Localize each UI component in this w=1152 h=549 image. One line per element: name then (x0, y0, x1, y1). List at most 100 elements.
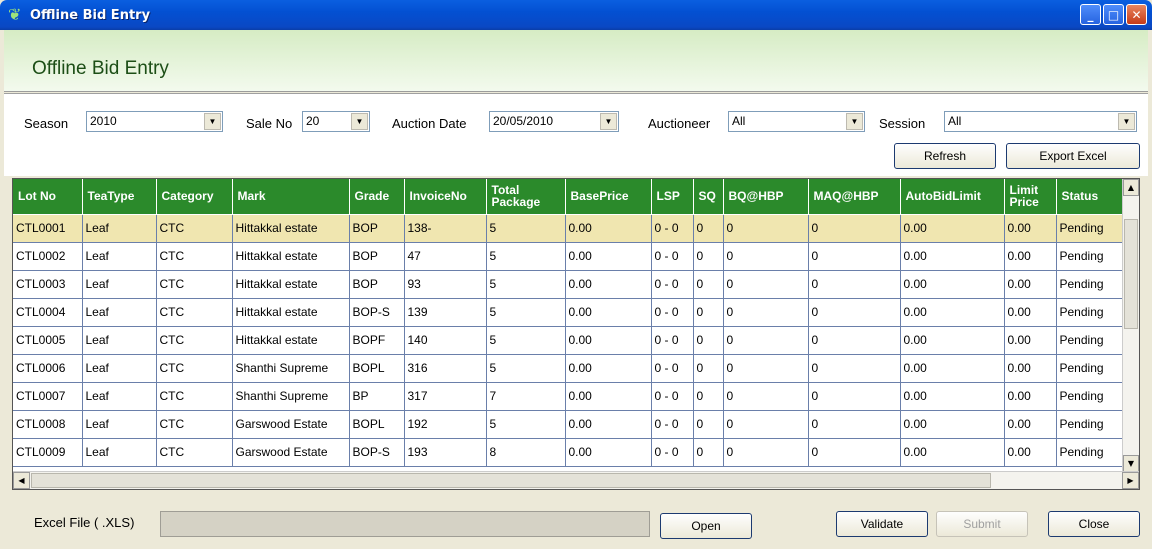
table-cell[interactable]: 0 - 0 (651, 298, 694, 327)
table-row[interactable]: CTL0008 Leaf CTC Garswood Estate BOPL 192 5 0.0… (13, 410, 1127, 439)
table-cell[interactable]: 0 - 0 (651, 410, 694, 439)
table-cell[interactable]: 0 (808, 354, 901, 383)
table-cell[interactable]: 0 (693, 326, 724, 355)
table-row[interactable]: CTL0001 Leaf CTC Hittakkal estate BOP 138- 5 0.… (13, 214, 1127, 243)
table-cell[interactable]: CTL0006 (13, 354, 83, 383)
table-cell[interactable]: 0.00 (900, 438, 1005, 467)
table-cell[interactable]: 0.00 (900, 382, 1005, 411)
table-cell[interactable]: BOPF (349, 326, 405, 355)
table-row[interactable]: CTL0009 Leaf CTC Garswood Estate BOP-S 193 8 0.… (13, 438, 1127, 467)
col-limit-price[interactable]: Limit Price (1004, 179, 1057, 215)
chevron-down-icon[interactable]: ▼ (846, 113, 863, 130)
table-cell[interactable]: Pending (1056, 214, 1127, 243)
table-cell[interactable]: 0 (723, 298, 809, 327)
table-cell[interactable]: 0 (808, 410, 901, 439)
table-cell[interactable]: 0 (693, 354, 724, 383)
table-cell[interactable]: 0 - 0 (651, 326, 694, 355)
table-cell[interactable]: Hittakkal estate (232, 326, 350, 355)
table-cell[interactable]: 0 (808, 298, 901, 327)
table-cell[interactable]: Pending (1056, 354, 1127, 383)
table-cell[interactable]: 0.00 (565, 382, 652, 411)
close-icon[interactable]: ✕ (1126, 4, 1147, 25)
table-cell[interactable]: Leaf (82, 382, 157, 411)
table-cell[interactable]: 0.00 (1004, 438, 1057, 467)
table-cell[interactable]: 0 - 0 (651, 270, 694, 299)
col-invoice-no[interactable]: InvoiceNo (404, 179, 487, 215)
table-cell[interactable]: 5 (486, 242, 566, 271)
table-cell[interactable]: CTC (156, 382, 233, 411)
col-tea-type[interactable]: TeaType (82, 179, 157, 215)
table-cell[interactable]: 0.00 (565, 270, 652, 299)
validate-button[interactable]: Validate (836, 511, 928, 537)
table-cell[interactable]: 0 (693, 382, 724, 411)
table-cell[interactable]: Pending (1056, 242, 1127, 271)
scroll-left-icon[interactable]: ◀ (13, 472, 30, 489)
horizontal-scrollbar[interactable]: ◀ ▶ (13, 471, 1139, 489)
table-cell[interactable]: CTL0003 (13, 270, 83, 299)
table-cell[interactable]: CTL0009 (13, 438, 83, 467)
col-base-price[interactable]: BasePrice (565, 179, 652, 215)
col-maq-hbp[interactable]: MAQ@HBP (808, 179, 901, 215)
table-cell[interactable]: CTL0002 (13, 242, 83, 271)
table-cell[interactable]: Leaf (82, 326, 157, 355)
table-cell[interactable]: 0.00 (900, 214, 1005, 243)
table-cell[interactable]: 0 (723, 354, 809, 383)
table-cell[interactable]: CTC (156, 298, 233, 327)
table-cell[interactable]: 0 (808, 270, 901, 299)
table-cell[interactable]: BOPL (349, 410, 405, 439)
table-cell[interactable]: 0.00 (565, 242, 652, 271)
table-cell[interactable]: 0 (723, 326, 809, 355)
col-lot-no[interactable]: Lot No (13, 179, 83, 215)
table-cell[interactable]: 0 - 0 (651, 438, 694, 467)
table-row[interactable]: CTL0005 Leaf CTC Hittakkal estate BOPF 140 5 0.… (13, 326, 1127, 355)
table-cell[interactable]: 0 (723, 410, 809, 439)
table-cell[interactable]: Shanthi Supreme (232, 354, 350, 383)
table-cell[interactable]: 0.00 (565, 214, 652, 243)
table-cell[interactable]: 140 (404, 326, 487, 355)
table-cell[interactable]: 0.00 (565, 298, 652, 327)
table-cell[interactable]: 0 - 0 (651, 214, 694, 243)
table-cell[interactable]: 0 (723, 270, 809, 299)
table-row[interactable]: CTL0002 Leaf CTC Hittakkal estate BOP 47 5 0.00… (13, 242, 1127, 271)
col-sq[interactable]: SQ (693, 179, 724, 215)
table-cell[interactable]: 0.00 (1004, 354, 1057, 383)
col-grade[interactable]: Grade (349, 179, 405, 215)
table-cell[interactable]: 47 (404, 242, 487, 271)
table-cell[interactable]: 193 (404, 438, 487, 467)
table-cell[interactable]: 0.00 (900, 354, 1005, 383)
table-cell[interactable]: CTC (156, 242, 233, 271)
table-cell[interactable]: Pending (1056, 410, 1127, 439)
table-cell[interactable]: 0.00 (1004, 410, 1057, 439)
table-cell[interactable]: 0 (808, 242, 901, 271)
scroll-down-icon[interactable]: ▼ (1123, 455, 1139, 472)
auctioneer-select[interactable]: All ▼ (728, 111, 865, 132)
table-cell[interactable]: 192 (404, 410, 487, 439)
table-cell[interactable]: CTC (156, 214, 233, 243)
session-select[interactable]: All ▼ (944, 111, 1137, 132)
table-cell[interactable]: 0.00 (1004, 270, 1057, 299)
table-cell[interactable]: Shanthi Supreme (232, 382, 350, 411)
table-cell[interactable]: 0 (693, 214, 724, 243)
table-cell[interactable]: 0.00 (1004, 382, 1057, 411)
table-cell[interactable]: CTC (156, 410, 233, 439)
table-cell[interactable]: 0 - 0 (651, 354, 694, 383)
table-cell[interactable]: 0 (808, 382, 901, 411)
table-cell[interactable]: Pending (1056, 270, 1127, 299)
table-cell[interactable]: CTC (156, 270, 233, 299)
table-cell[interactable]: Garswood Estate (232, 410, 350, 439)
table-cell[interactable]: 0 (723, 438, 809, 467)
table-cell[interactable]: 0 (693, 298, 724, 327)
table-cell[interactable]: 0.00 (900, 270, 1005, 299)
auction-date-picker[interactable]: 20/05/2010 ▼ (489, 111, 619, 132)
table-cell[interactable]: 0.00 (565, 410, 652, 439)
table-cell[interactable]: Hittakkal estate (232, 270, 350, 299)
table-cell[interactable]: BOP (349, 242, 405, 271)
table-cell[interactable]: 0 (808, 214, 901, 243)
chevron-down-icon[interactable]: ▼ (351, 113, 368, 130)
table-cell[interactable]: 0 (723, 214, 809, 243)
table-cell[interactable]: 138- (404, 214, 487, 243)
table-cell[interactable]: 317 (404, 382, 487, 411)
maximize-icon[interactable]: □ (1103, 4, 1124, 25)
table-row[interactable]: CTL0007 Leaf CTC Shanthi Supreme BP 317 7 0.00 0… (13, 382, 1127, 411)
table-cell[interactable]: 7 (486, 382, 566, 411)
